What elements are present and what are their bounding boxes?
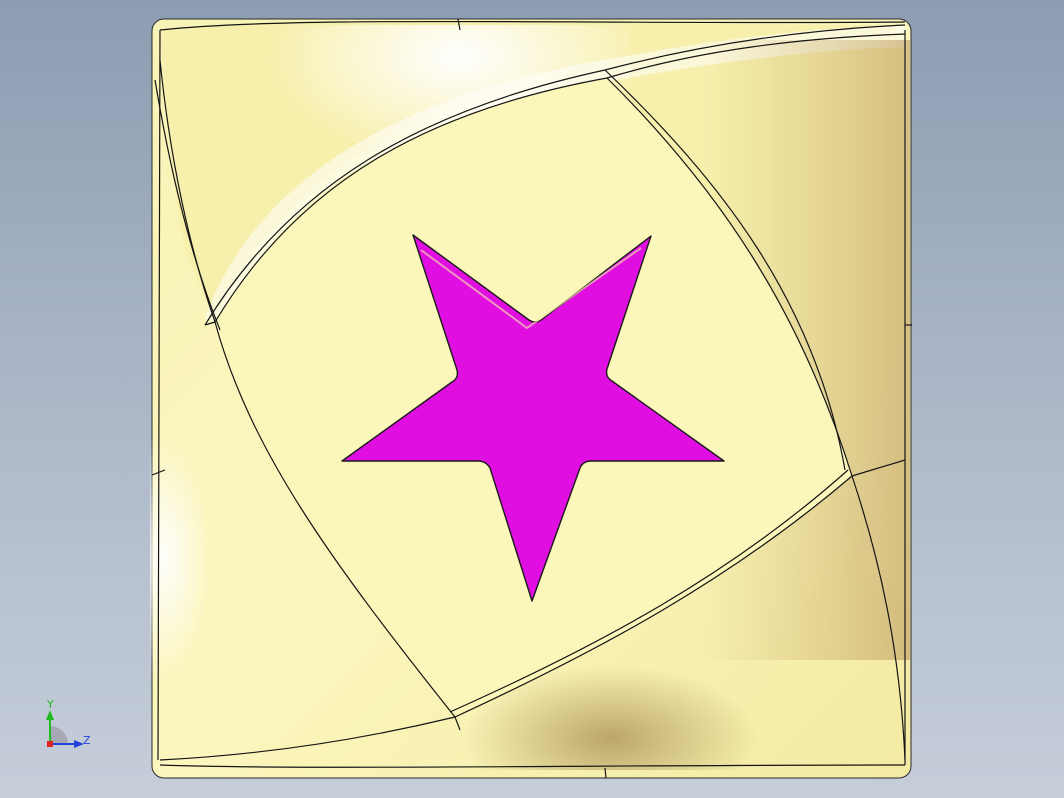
triad-z-label: Z (83, 734, 91, 747)
triad-y-label: Y (47, 698, 54, 711)
view-orientation-triad: Y Z (36, 696, 106, 766)
graphics-viewport[interactable]: Y Z (0, 0, 1064, 798)
part-model[interactable] (0, 0, 1064, 798)
